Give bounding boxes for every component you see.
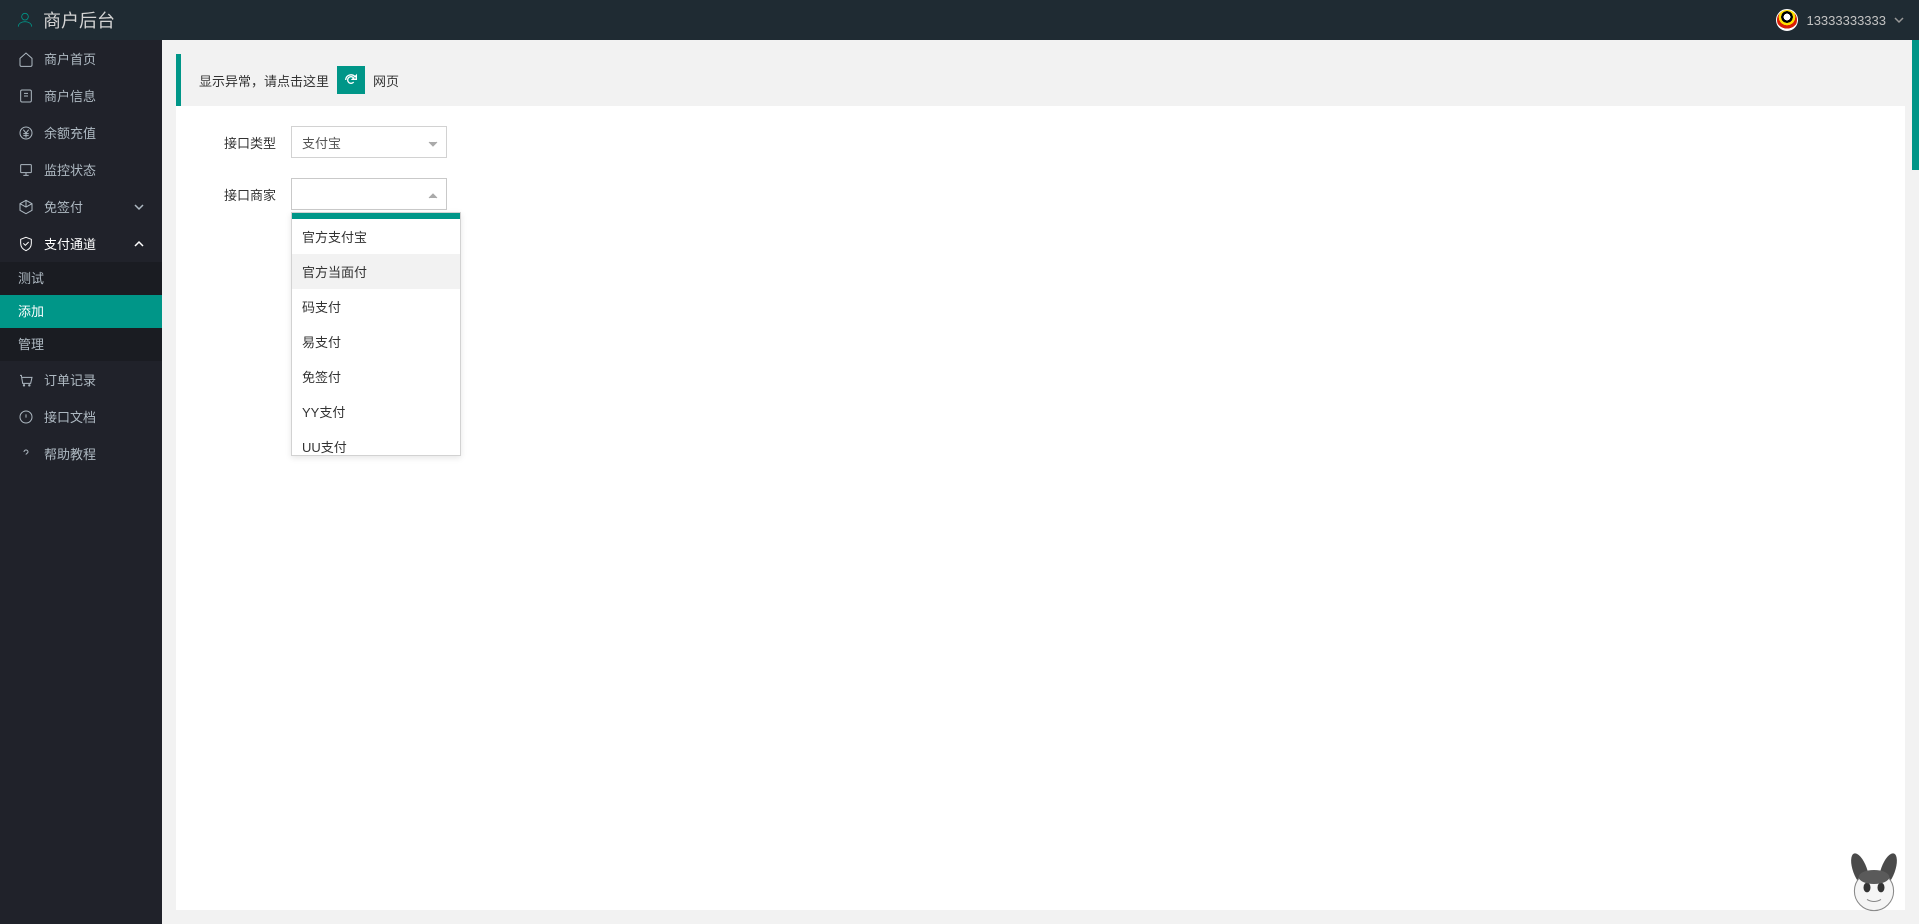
dropdown-item[interactable]: 官方当面付 [292, 254, 460, 289]
form: 接口类型 支付宝 接口商家 [176, 106, 1905, 250]
alert-suffix: 网页 [373, 71, 399, 90]
chevron-down-icon [1894, 15, 1904, 25]
doc-icon [18, 409, 34, 425]
chevron-down-icon [134, 202, 144, 212]
chevron-up-icon [428, 189, 438, 199]
sidebar-item-balance[interactable]: 余额充值 [0, 114, 162, 151]
username: 13333333333 [1806, 13, 1886, 28]
sidebar-item-merchant-info[interactable]: 商户信息 [0, 77, 162, 114]
merchant-label: 接口商家 [206, 185, 276, 204]
cart-icon [18, 372, 34, 388]
avatar [1776, 9, 1798, 31]
type-value: 支付宝 [302, 133, 341, 152]
sidebar-item-home[interactable]: 商户首页 [0, 40, 162, 77]
info-icon [18, 88, 34, 104]
mascot-character[interactable] [1839, 849, 1909, 919]
home-icon [18, 51, 34, 67]
user-menu[interactable]: 13333333333 [1776, 9, 1904, 31]
form-row-merchant: 接口商家 官方支付宝 官方当面付 码支付 易支付 免签付 [206, 178, 1875, 210]
sidebar-item-label: 接口文档 [44, 407, 96, 426]
sidebar-item-label: 商户首页 [44, 49, 96, 68]
sidebar-item-label: 监控状态 [44, 160, 96, 179]
sidebar-item-payment-channel[interactable]: 支付通道 [0, 225, 162, 262]
refresh-button[interactable] [337, 66, 365, 94]
help-icon [18, 446, 34, 462]
sidebar-item-api-doc[interactable]: 接口文档 [0, 398, 162, 435]
dropdown-item[interactable]: 免签付 [292, 359, 460, 394]
chevron-down-icon [428, 137, 438, 147]
sidebar: 商户首页 商户信息 余额充值 监控状态 免签付 支付通道 测试 添加 管理 [0, 40, 162, 924]
dropdown-item[interactable]: 码支付 [292, 289, 460, 324]
refresh-icon [343, 72, 359, 88]
sidebar-item-label: 订单记录 [44, 370, 96, 389]
dropdown-item[interactable]: 官方支付宝 [292, 219, 460, 254]
dropdown-item[interactable]: UU支付 [292, 429, 460, 455]
sidebar-item-label: 免签付 [44, 197, 83, 216]
sidebar-item-mianqian[interactable]: 免签付 [0, 188, 162, 225]
alert-banner: 显示异常，请点击这里 网页 [176, 54, 1905, 106]
app-title: 商户后台 [43, 7, 115, 33]
sidebar-subitem-add[interactable]: 添加 [0, 295, 162, 328]
merchant-dropdown: 官方支付宝 官方当面付 码支付 易支付 免签付 YY支付 UU支付 嘟嘟支付 [291, 212, 461, 456]
sidebar-item-help[interactable]: 帮助教程 [0, 435, 162, 472]
type-select[interactable]: 支付宝 [291, 126, 447, 158]
sidebar-item-label: 帮助教程 [44, 444, 96, 463]
shield-icon [18, 236, 34, 252]
monitor-icon [18, 162, 34, 178]
cube-icon [18, 199, 34, 215]
chevron-up-icon [134, 239, 144, 249]
scrollbar-indicator [1912, 40, 1919, 170]
sidebar-subitem-manage[interactable]: 管理 [0, 328, 162, 361]
user-icon [15, 10, 35, 30]
sidebar-item-label: 商户信息 [44, 86, 96, 105]
sidebar-item-label: 余额充值 [44, 123, 96, 142]
dropdown-item[interactable]: 易支付 [292, 324, 460, 359]
alert-prefix: 显示异常，请点击这里 [199, 71, 329, 90]
sidebar-item-orders[interactable]: 订单记录 [0, 361, 162, 398]
merchant-select[interactable] [291, 178, 447, 210]
sidebar-item-monitor[interactable]: 监控状态 [0, 151, 162, 188]
main-content: 显示异常，请点击这里 网页 接口类型 支付宝 接口商家 [176, 54, 1905, 910]
type-label: 接口类型 [206, 133, 276, 152]
header-left: 商户后台 [15, 7, 115, 33]
sidebar-item-label: 支付通道 [44, 234, 96, 253]
yen-icon [18, 125, 34, 141]
sidebar-subitem-test[interactable]: 测试 [0, 262, 162, 295]
dropdown-item[interactable]: YY支付 [292, 394, 460, 429]
form-row-type: 接口类型 支付宝 [206, 126, 1875, 158]
header: 商户后台 13333333333 [0, 0, 1919, 40]
